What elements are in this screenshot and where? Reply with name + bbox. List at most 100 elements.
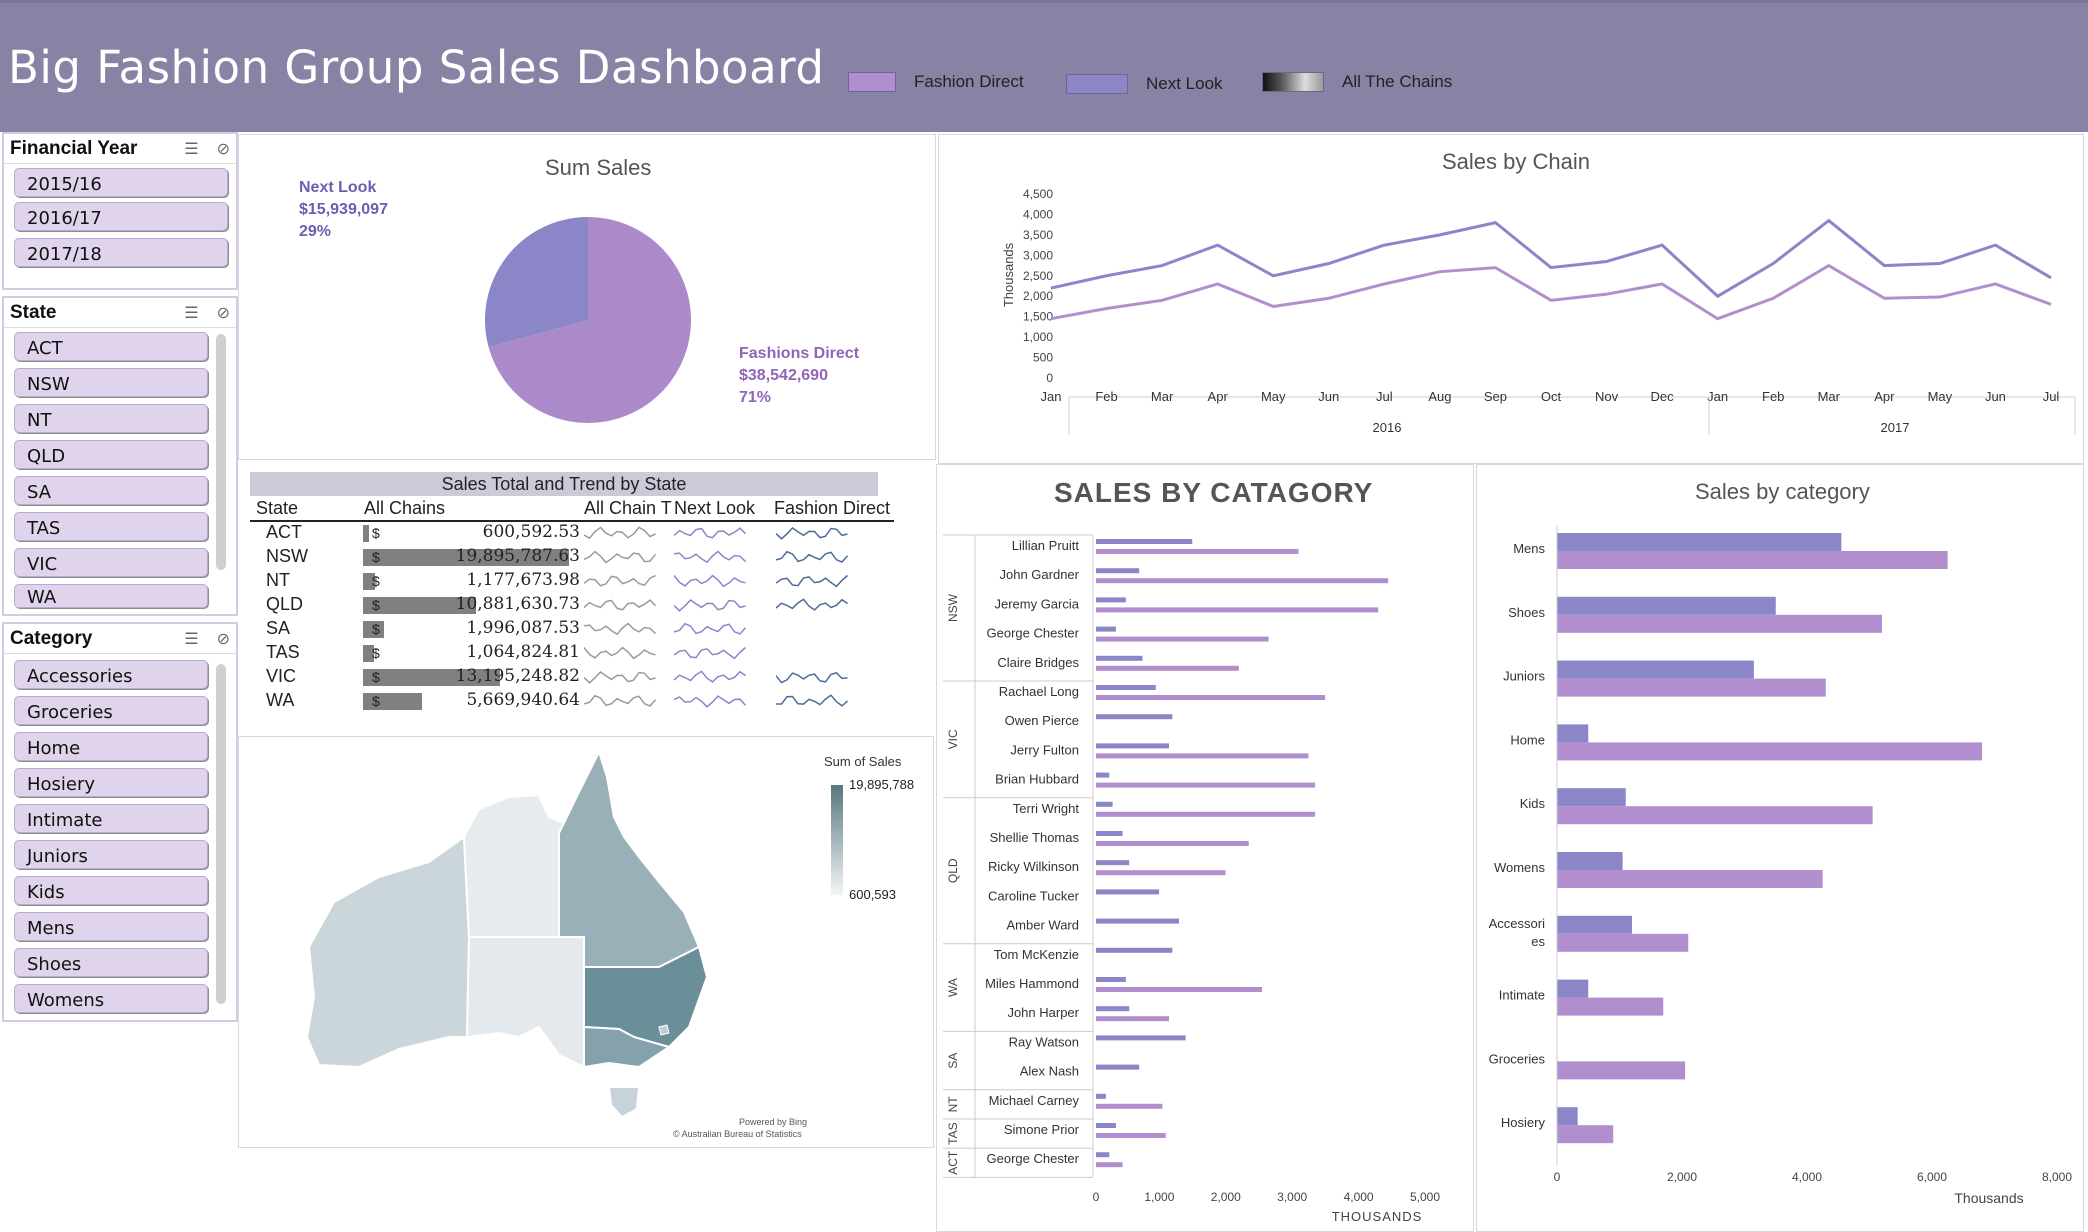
slicer-scrollbar[interactable]	[216, 334, 226, 570]
slicer-item-tas[interactable]: TAS	[14, 512, 208, 541]
multi-select-icon[interactable]: ☰	[184, 629, 198, 649]
slicer-item-womens[interactable]: Womens	[14, 984, 208, 1013]
bar-next-look[interactable]	[1557, 660, 1754, 679]
slicer-item-intimate[interactable]: Intimate	[14, 804, 208, 833]
bar-next-look[interactable]	[1557, 788, 1626, 807]
bar-fashion-direct[interactable]	[1096, 1162, 1123, 1168]
map-region-nt[interactable]	[462, 793, 571, 938]
bar-fashion-direct[interactable]	[1096, 841, 1249, 846]
bar-next-look[interactable]	[1557, 1107, 1578, 1126]
bar-fashion-direct[interactable]	[1096, 987, 1262, 992]
bar-next-look[interactable]	[1096, 597, 1126, 603]
bar-fashion-direct[interactable]	[1557, 742, 1982, 761]
bar-next-look[interactable]	[1096, 1064, 1140, 1070]
bar-next-look[interactable]	[1096, 714, 1173, 720]
bar-next-look[interactable]	[1096, 947, 1173, 953]
bar-next-look[interactable]	[1096, 860, 1130, 866]
slicer-item-vic[interactable]: VIC	[14, 548, 208, 577]
chain-series-line-0[interactable]	[1050, 218, 2052, 299]
clear-filter-icon[interactable]: ⊘	[217, 303, 230, 323]
bar-next-look[interactable]	[1096, 831, 1123, 836]
bar-next-look[interactable]	[1557, 915, 1632, 934]
bar-next-look[interactable]	[1096, 977, 1126, 982]
multi-select-icon[interactable]: ☰	[184, 303, 198, 323]
bar-fashion-direct[interactable]	[1557, 1061, 1686, 1080]
bar-next-look[interactable]	[1096, 918, 1179, 924]
chain-series-line-1[interactable]	[1050, 263, 2052, 321]
bar-next-look[interactable]	[1557, 724, 1589, 743]
bar-fashion-direct[interactable]	[1096, 636, 1269, 642]
slicer-item-wa[interactable]: WA	[14, 584, 208, 608]
map-region-tas[interactable]	[607, 1086, 641, 1119]
bar-next-look[interactable]	[1096, 655, 1143, 661]
slicer-item-nsw[interactable]: NSW	[14, 368, 208, 397]
bar-next-look[interactable]	[1096, 1152, 1110, 1158]
slicer-item-2017-18[interactable]: 2017/18	[14, 238, 228, 267]
slicer-title: Financial Year	[10, 137, 138, 159]
bar-fashion-direct[interactable]	[1096, 1016, 1170, 1022]
bar-fashion-direct[interactable]	[1557, 933, 1689, 952]
slicer-item-2015-16[interactable]: 2015/16	[14, 168, 228, 197]
sparkline	[673, 574, 746, 588]
bar-next-look[interactable]	[1557, 852, 1623, 870]
bar-fashion-direct[interactable]	[1557, 1125, 1614, 1144]
bar-next-look[interactable]	[1096, 801, 1113, 807]
slicer-item-kids[interactable]: Kids	[14, 876, 208, 905]
bar-next-look[interactable]	[1096, 1123, 1116, 1128]
bar-next-look[interactable]	[1096, 626, 1116, 632]
bar-fashion-direct[interactable]	[1557, 997, 1664, 1016]
bar-next-look[interactable]	[1557, 979, 1589, 998]
slicer-item-shoes[interactable]: Shoes	[14, 948, 208, 977]
bar-fashion-direct[interactable]	[1096, 695, 1326, 700]
clear-filter-icon[interactable]: ⊘	[217, 139, 230, 159]
bar-fashion-direct[interactable]	[1557, 614, 1882, 633]
bar-fashion-direct[interactable]	[1096, 665, 1239, 671]
bar-fashion-direct[interactable]	[1557, 870, 1823, 888]
bar-fashion-direct[interactable]	[1557, 551, 1948, 569]
slicer-item-hosiery[interactable]: Hosiery	[14, 768, 208, 797]
slicer-item-2016-17[interactable]: 2016/17	[14, 202, 228, 231]
bar-fashion-direct[interactable]	[1096, 782, 1316, 788]
slicer-item-nt[interactable]: NT	[14, 404, 208, 433]
slicer-scrollbar[interactable]	[216, 664, 226, 1004]
bar-fashion-direct[interactable]	[1557, 678, 1826, 697]
bar-next-look[interactable]	[1096, 685, 1156, 690]
slicer-item-qld[interactable]: QLD	[14, 440, 208, 469]
slicer-item-act[interactable]: ACT	[14, 332, 208, 361]
bar-next-look[interactable]	[1096, 889, 1160, 895]
bar-next-look[interactable]	[1096, 539, 1193, 544]
slicer-item-sa[interactable]: SA	[14, 476, 208, 505]
state-cell: NSW	[266, 546, 308, 566]
bar-next-look[interactable]	[1557, 596, 1776, 615]
clear-filter-icon[interactable]: ⊘	[217, 629, 230, 649]
multi-select-icon[interactable]: ☰	[184, 139, 198, 159]
state-table-title: Sales Total and Trend by State	[250, 472, 878, 496]
map-region-act[interactable]	[658, 1024, 670, 1036]
bar-next-look[interactable]	[1096, 1035, 1186, 1041]
map-region-qld[interactable]	[558, 749, 701, 968]
slicer-item-juniors[interactable]: Juniors	[14, 840, 208, 869]
state-table-row: NSW $19,895,787.63	[250, 546, 894, 570]
slicer-item-accessories[interactable]: Accessories	[14, 660, 208, 689]
bar-fashion-direct[interactable]	[1096, 607, 1379, 613]
bar-next-look[interactable]	[1557, 533, 1842, 551]
bar-fashion-direct[interactable]	[1096, 1103, 1163, 1109]
bar-fashion-direct[interactable]	[1096, 811, 1316, 817]
bar-fashion-direct[interactable]	[1096, 578, 1389, 584]
bar-next-look[interactable]	[1096, 743, 1170, 749]
slicer-item-home[interactable]: Home	[14, 732, 208, 761]
bar-fashion-direct[interactable]	[1096, 549, 1299, 554]
bar-next-look[interactable]	[1096, 568, 1140, 574]
map-region-sa[interactable]	[465, 936, 585, 1069]
person-label: Caroline Tucker	[988, 888, 1080, 903]
bar-next-look[interactable]	[1096, 1006, 1130, 1012]
bar-fashion-direct[interactable]	[1096, 870, 1226, 876]
bar-next-look[interactable]	[1096, 1093, 1106, 1099]
bar-fashion-direct[interactable]	[1557, 806, 1873, 825]
bar-fashion-direct[interactable]	[1096, 1133, 1166, 1138]
map-region-wa[interactable]	[305, 835, 471, 1069]
bar-next-look[interactable]	[1096, 772, 1110, 778]
bar-fashion-direct[interactable]	[1096, 753, 1309, 759]
slicer-item-mens[interactable]: Mens	[14, 912, 208, 941]
slicer-item-groceries[interactable]: Groceries	[14, 696, 208, 725]
